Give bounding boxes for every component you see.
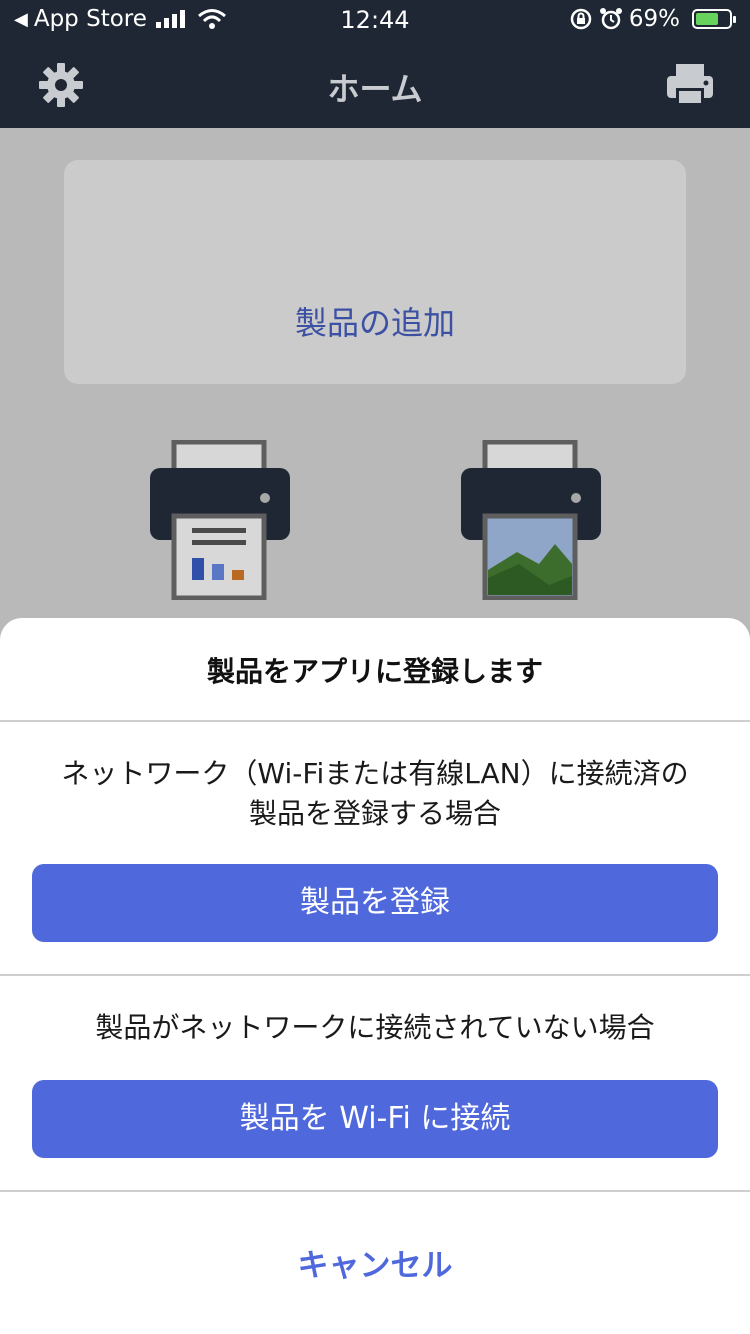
network-registered-description: ネットワーク（Wi-Fiまたは有線LAN）に接続済の 製品を登録する場合 [30, 754, 720, 834]
description-line: 製品を登録する場合 [248, 797, 501, 830]
register-product-button[interactable]: 製品を登録 [32, 864, 718, 942]
navigation-bar: ホーム [0, 44, 750, 128]
photo-print-icon[interactable] [459, 440, 605, 600]
page-title: ホーム [327, 70, 423, 108]
status-bar: ◀ App Store 12:44 69% [0, 0, 750, 44]
battery-icon [692, 9, 736, 29]
description-line: ネットワーク（Wi-Fiまたは有線LAN）に接続済の [61, 757, 689, 790]
alarm-icon [599, 8, 622, 30]
action-sheet: 製品をアプリに登録します ネットワーク（Wi-Fiまたは有線LAN）に接続済の … [0, 618, 750, 1334]
cancel-button[interactable]: キャンセル [0, 1240, 750, 1285]
add-product-card[interactable]: 製品の追加 [64, 160, 686, 384]
divider [0, 974, 750, 976]
document-print-icon[interactable] [148, 440, 294, 600]
battery-percent: 69% [628, 6, 680, 32]
not-connected-description: 製品がネットワークに接続されていない場合 [95, 1011, 655, 1044]
add-product-label: 製品の追加 [294, 304, 455, 342]
divider [0, 1190, 750, 1192]
divider [0, 720, 750, 722]
rotation-lock-icon [570, 8, 592, 30]
connect-wifi-button[interactable]: 製品を Wi-Fi に接続 [32, 1080, 718, 1158]
printer-icon[interactable] [666, 60, 714, 110]
sheet-title: 製品をアプリに登録します [206, 655, 543, 688]
